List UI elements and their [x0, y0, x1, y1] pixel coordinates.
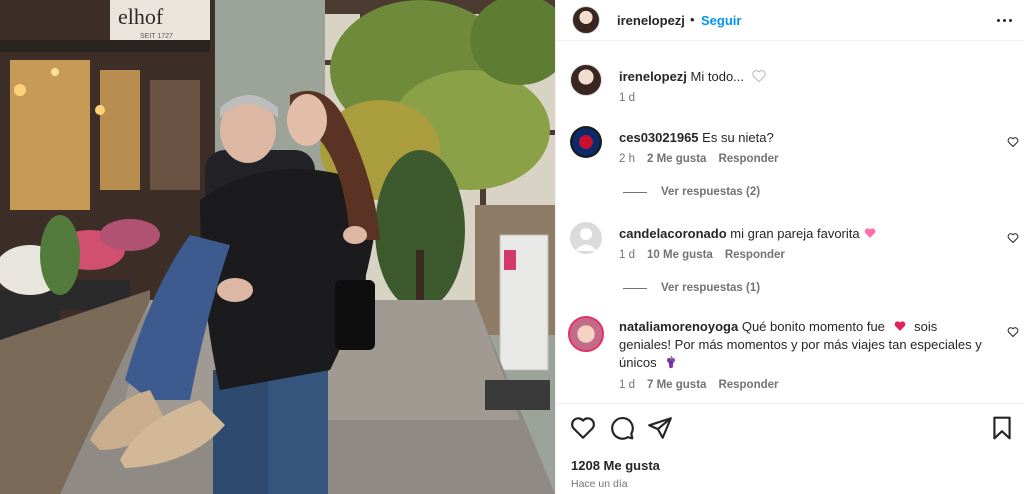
view-replies-label: Ver respuestas (2) — [661, 186, 761, 198]
comment-bubble-icon[interactable] — [609, 415, 635, 441]
separator-dot: • — [690, 12, 695, 27]
comment-text: nataliamorenoyoga Qué bonito momento fue… — [619, 318, 991, 372]
post-image: elhof SEIT 1727 — [0, 0, 555, 494]
post-photo[interactable]: elhof SEIT 1727 — [0, 0, 555, 494]
likes-count[interactable]: 1208 Me gusta — [571, 458, 660, 473]
caption-username[interactable]: irenelopezj — [619, 69, 687, 84]
commenter-avatar[interactable] — [570, 126, 602, 158]
pink-heart-emoji-icon — [864, 228, 876, 238]
like-heart-icon[interactable] — [570, 415, 596, 441]
comment-text: ces03021965 Es su nieta? — [619, 129, 979, 147]
white-heart-emoji-icon — [751, 70, 766, 83]
comments-list[interactable]: irenelopezj Mi todo... 1 d ces03021965 E… — [556, 42, 1024, 402]
commenter-username[interactable]: candelacoronado — [619, 226, 727, 241]
comment-likes[interactable]: 2 Me gusta — [647, 153, 706, 165]
commenter-avatar[interactable] — [568, 316, 604, 352]
grapes-emoji-icon — [667, 355, 676, 369]
author-avatar[interactable] — [572, 6, 600, 34]
comment-likes[interactable]: 7 Me gusta — [647, 379, 706, 391]
comment-meta: 1 d 7 Me gusta Responder — [619, 379, 779, 391]
share-send-icon[interactable] — [647, 415, 673, 441]
reply-button[interactable]: Responder — [725, 249, 785, 261]
more-options-icon[interactable] — [997, 12, 1013, 28]
comment-body: Qué bonito momento fue — [741, 319, 885, 334]
view-replies-button[interactable]: Ver respuestas (2) — [623, 186, 760, 198]
default-user-icon — [575, 228, 597, 251]
comment-likes[interactable]: 10 Me gusta — [647, 249, 713, 261]
comment-meta: 2 h 2 Me gusta Responder — [619, 153, 779, 165]
view-replies-label: Ver respuestas (1) — [661, 282, 761, 294]
author-username[interactable]: irenelopezj — [617, 13, 685, 28]
comment-time: 1 d — [619, 379, 635, 391]
comment-time: 2 h — [619, 153, 635, 165]
reply-button[interactable]: Responder — [718, 379, 778, 391]
like-comment-heart-icon[interactable] — [1007, 232, 1019, 244]
replies-line — [623, 191, 647, 193]
caption-meta: 1 d — [619, 92, 635, 104]
comment-body: mi gran pareja favorita — [730, 226, 860, 241]
post-actions: 1208 Me gusta Hace un día — [556, 403, 1024, 494]
caption-time: 1 d — [619, 92, 635, 104]
commenter-username[interactable]: ces03021965 — [619, 130, 699, 145]
shop-sign-sub-text: SEIT 1727 — [140, 33, 173, 40]
caption-body: Mi todo... — [690, 69, 745, 84]
reply-button[interactable]: Responder — [718, 153, 778, 165]
save-bookmark-icon[interactable] — [989, 415, 1015, 441]
view-replies-button[interactable]: Ver respuestas (1) — [623, 282, 760, 294]
caption-avatar[interactable] — [570, 64, 602, 96]
follow-button[interactable]: Seguir — [701, 13, 741, 28]
comment-meta: 1 d 10 Me gusta Responder — [619, 249, 785, 261]
commenter-avatar[interactable] — [570, 222, 602, 254]
like-comment-heart-icon[interactable] — [1007, 326, 1019, 338]
comment-text: candelacoronado mi gran pareja favorita — [619, 225, 979, 243]
replies-line — [623, 287, 647, 289]
shop-sign-text: elhof — [118, 4, 164, 29]
red-heart-emoji-icon — [894, 321, 905, 331]
comment-time: 1 d — [619, 249, 635, 261]
like-comment-heart-icon[interactable] — [1007, 136, 1019, 148]
comment-body: Es su nieta? — [702, 130, 774, 145]
post-header: irenelopezj • Seguir — [556, 0, 1024, 41]
post-time-ago: Hace un día — [571, 478, 628, 490]
post-side-panel: irenelopezj • Seguir irenelopezj Mi todo… — [555, 0, 1024, 494]
commenter-username[interactable]: nataliamorenoyoga — [619, 319, 738, 334]
caption-text: irenelopezj Mi todo... — [619, 68, 979, 86]
